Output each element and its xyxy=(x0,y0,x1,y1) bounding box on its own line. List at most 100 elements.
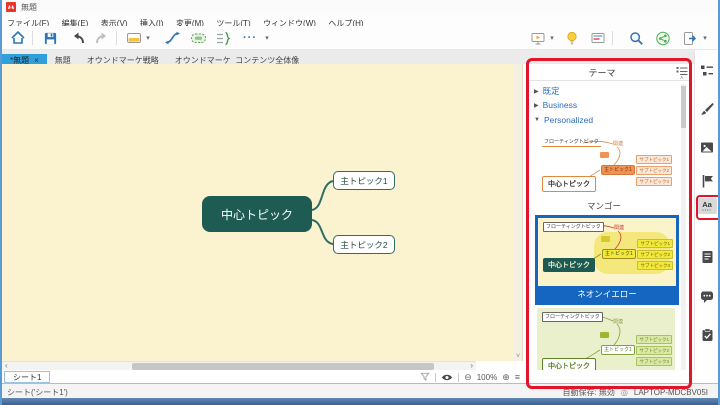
insert-image-button[interactable] xyxy=(698,138,716,156)
undo-button[interactable] xyxy=(68,28,88,48)
task-button[interactable] xyxy=(698,326,716,344)
zoom-out-icon[interactable]: ⊖ xyxy=(464,370,472,384)
mini-subtopic: サブトピック3 xyxy=(636,177,672,186)
status-bar: シート('シート1') 自動保存: 無効 ◎ LAPTOP-MDCBV05I xyxy=(2,384,718,398)
outline-icon xyxy=(700,64,714,78)
canvas-vertical-scrollbar[interactable]: ˅ xyxy=(514,64,522,361)
panel-scrollbar[interactable] xyxy=(681,84,686,376)
scroll-right-icon[interactable]: › xyxy=(470,361,473,370)
horizontal-scroll-thumb[interactable] xyxy=(132,363,434,370)
main-topic-2-node[interactable]: 主トピック2 xyxy=(333,235,395,254)
title-bar: 無題 xyxy=(2,0,718,13)
panel-scroll-thumb[interactable] xyxy=(681,86,686,128)
panel-scroll-up-icon[interactable]: ˄ xyxy=(680,76,684,82)
format-painter-button[interactable] xyxy=(698,100,716,118)
sync-status-icon: ◎ xyxy=(621,388,628,397)
mini-tag-icon xyxy=(601,236,610,242)
mini-subtopics: サブトピック1 サブトピック2 サブトピック3 xyxy=(636,155,672,186)
toolbar-separator xyxy=(32,31,33,45)
font-style-button[interactable]: Aa •••• xyxy=(697,198,717,214)
panel-options-icon[interactable] xyxy=(676,66,688,76)
mini-central-topic: 中心トピック xyxy=(542,176,596,192)
theme-name-mango[interactable]: マンゴー xyxy=(529,200,679,212)
right-sidebar: Aa •••• xyxy=(694,50,718,398)
mini-subtopic: サブトピック1 xyxy=(637,239,673,248)
note-icon xyxy=(701,250,714,264)
redo-button[interactable] xyxy=(92,28,112,48)
theme-section-default[interactable]: ▶ 既定 xyxy=(534,85,560,97)
theme-section-personalized[interactable]: ▼ Personalized xyxy=(534,115,593,125)
outline-structure-button[interactable] xyxy=(698,62,716,80)
mini-floating-topic: フローティングトピック xyxy=(542,138,601,147)
eye-icon[interactable] xyxy=(441,373,453,382)
mini-floating-topic: フローティングトピック xyxy=(542,312,603,322)
mindmap-canvas[interactable]: 中心トピック 主トピック1 主トピック2 ˅ xyxy=(2,64,523,361)
theme-section-business[interactable]: ▶ Business xyxy=(534,100,577,110)
home-button[interactable] xyxy=(8,28,28,48)
autosave-status: 自動保存: 無効 xyxy=(562,387,614,398)
relationship-icon xyxy=(164,31,181,45)
focus-mode-button[interactable] xyxy=(588,28,608,48)
mini-subtopic: サブトピック1 xyxy=(636,335,672,344)
mini-relation-label: 関連 xyxy=(614,224,624,231)
brush-icon xyxy=(700,102,714,116)
app-logo-icon xyxy=(6,2,16,12)
window-bottom-border xyxy=(2,398,718,405)
fit-map-icon[interactable]: ≡ xyxy=(515,370,520,384)
idea-button[interactable] xyxy=(562,28,582,48)
filter-icon[interactable] xyxy=(420,372,430,382)
topic-style-button[interactable] xyxy=(124,28,144,48)
central-topic-node[interactable]: 中心トピック xyxy=(202,196,312,232)
topic-style-dropdown[interactable]: ▾ xyxy=(143,28,153,48)
mini-relation-label: 関連 xyxy=(613,140,623,147)
canvas-horizontal-scrollbar[interactable]: ‹ › xyxy=(2,361,476,370)
mini-map: フローティングトピック 関連 主トピック1 サブトピック1 サブトピック2 サブ… xyxy=(538,218,676,280)
theme-card-green-tea[interactable]: フローティングトピック 関連 主トピック1 サブトピック1 サブトピック2 サブ… xyxy=(537,308,675,378)
divider xyxy=(530,80,690,81)
topic-style-icon xyxy=(126,31,142,45)
main-topic-1-node[interactable]: 主トピック1 xyxy=(333,171,395,190)
collapse-arrow-icon: ▶ xyxy=(534,102,539,109)
image-icon xyxy=(700,141,714,154)
boundary-button[interactable] xyxy=(188,28,208,48)
more-icon: ··· xyxy=(243,32,257,44)
theme-card-mango[interactable]: フローティングトピック 関連 主トピック1 サブトピック1 サブトピック2 サブ… xyxy=(537,134,675,196)
sheet-tab-1[interactable]: シート1 xyxy=(4,371,50,383)
redo-icon xyxy=(94,31,110,45)
toolbar-more-button[interactable]: ··· xyxy=(239,28,261,48)
export-dropdown[interactable]: ▾ xyxy=(700,28,710,48)
mini-subtopic: サブトピック2 xyxy=(637,250,673,259)
mini-floating-topic: フローティングトピック xyxy=(543,222,604,232)
export-icon xyxy=(682,31,698,46)
comment-button[interactable] xyxy=(698,288,716,306)
toolbar-separator xyxy=(612,31,613,45)
mini-subtopics: サブトピック1 サブトピック2 サブトピック3 xyxy=(636,335,672,366)
toolbar-more-dropdown[interactable]: ▾ xyxy=(262,28,272,48)
marker-flag-button[interactable] xyxy=(698,172,716,190)
notes-button[interactable] xyxy=(698,248,716,266)
mini-central-topic: 中心トピック xyxy=(543,258,595,272)
search-button[interactable] xyxy=(626,28,646,48)
export-button[interactable] xyxy=(680,28,700,48)
save-button[interactable] xyxy=(40,28,60,48)
scroll-down-icon[interactable]: ˅ xyxy=(514,353,522,360)
share-button[interactable] xyxy=(653,28,673,48)
section-label: 既定 xyxy=(543,85,560,97)
mini-relation-label: 関連 xyxy=(613,318,623,325)
share-icon xyxy=(655,31,671,46)
slideshow-dropdown[interactable]: ▾ xyxy=(547,28,557,48)
summary-button[interactable] xyxy=(213,28,233,48)
window-title: 無題 xyxy=(21,2,37,13)
relationship-button[interactable] xyxy=(162,28,182,48)
toolbar-separator xyxy=(116,31,117,45)
zoom-level[interactable]: 100% xyxy=(477,373,497,382)
theme-card-neon-yellow-selected[interactable]: フローティングトピック 関連 主トピック1 サブトピック1 サブトピック2 サブ… xyxy=(535,215,679,305)
scroll-left-icon[interactable]: ‹ xyxy=(5,361,8,370)
mini-subtopic: サブトピック2 xyxy=(636,346,672,355)
zoom-in-icon[interactable]: ⊕ xyxy=(502,370,510,384)
slideshow-icon xyxy=(530,31,546,46)
slideshow-button[interactable] xyxy=(528,28,548,48)
mini-tag-icon xyxy=(600,152,609,158)
divider xyxy=(458,373,459,382)
mini-main-topic: 主トピック1 xyxy=(602,249,636,259)
